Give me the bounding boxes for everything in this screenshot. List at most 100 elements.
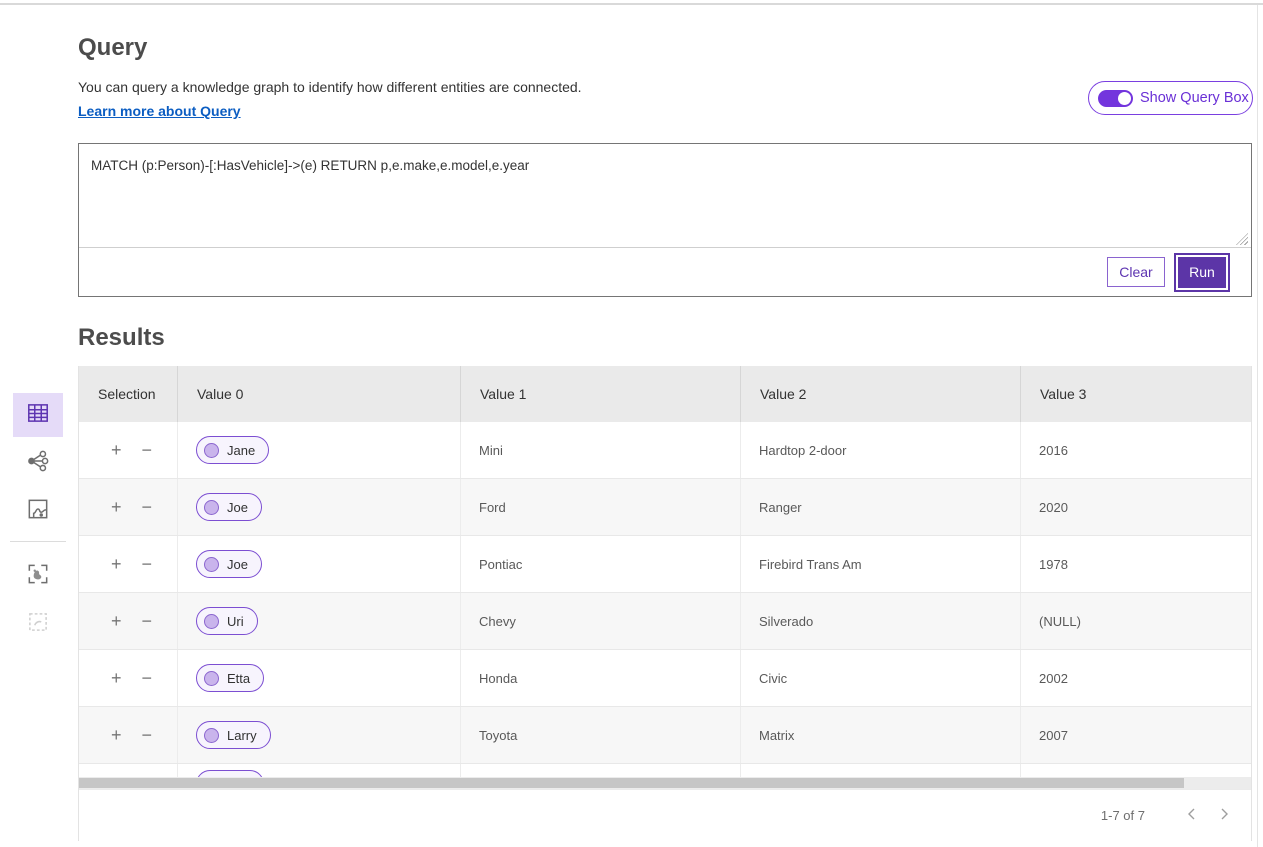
- value-cell: Mini: [461, 422, 741, 478]
- column-header-value3: Value 3: [1021, 366, 1253, 422]
- sidebar-item-add-to-link-chart: [13, 602, 63, 646]
- entity-pill[interactable]: Uri: [196, 607, 258, 635]
- add-selection-button[interactable]: +: [109, 496, 124, 518]
- entity-pill-label: Joe: [227, 557, 248, 572]
- value-cell: (NULL): [1021, 593, 1253, 649]
- remove-selection-button[interactable]: −: [140, 724, 155, 746]
- entity-cell: Joe: [178, 479, 461, 535]
- entity-dot-icon: [204, 443, 219, 458]
- selection-cell: [79, 764, 178, 777]
- selection-cell: +−: [79, 422, 178, 478]
- add-selection-button[interactable]: +: [109, 667, 124, 689]
- entity-cell: [178, 764, 461, 777]
- entity-pill[interactable]: Etta: [196, 664, 264, 692]
- column-header-selection: Selection: [79, 366, 178, 422]
- value-cell: Hardtop 2-door: [741, 422, 1021, 478]
- results-view-sidebar: [13, 393, 63, 650]
- value-cell: 1978: [1021, 536, 1253, 592]
- remove-selection-button[interactable]: −: [140, 553, 155, 575]
- query-description: You can query a knowledge graph to ident…: [78, 79, 582, 95]
- value-cell: Chevy: [461, 593, 741, 649]
- remove-selection-button[interactable]: −: [140, 667, 155, 689]
- sidebar-item-add-to-map[interactable]: [13, 554, 63, 598]
- sidebar-item-map-view[interactable]: [13, 489, 63, 533]
- query-actions-bar: Clear Run: [79, 247, 1251, 296]
- chevron-left-icon: [1185, 807, 1199, 824]
- value-cell: Honda: [461, 650, 741, 706]
- results-card: Selection Value 0 Value 1 Value 2 Value …: [78, 366, 1252, 841]
- entity-pill-label: Etta: [227, 671, 250, 686]
- add-selection-button[interactable]: +: [109, 724, 124, 746]
- add-to-link-chart-icon: [25, 609, 51, 640]
- entity-pill[interactable]: [196, 770, 264, 777]
- sidebar-item-table-view[interactable]: [13, 393, 63, 437]
- table-row: +−JoeFordRanger2020: [79, 479, 1251, 536]
- entity-dot-icon: [204, 728, 219, 743]
- entity-dot-icon: [204, 614, 219, 629]
- value-cell: Toyota: [461, 707, 741, 763]
- entity-cell: Joe: [178, 536, 461, 592]
- selection-cell: +−: [79, 479, 178, 535]
- value-cell: 2020: [1021, 479, 1253, 535]
- toggle-switch-icon[interactable]: [1098, 90, 1133, 107]
- add-selection-button[interactable]: +: [109, 439, 124, 461]
- selection-cell: +−: [79, 707, 178, 763]
- selection-cell: +−: [79, 650, 178, 706]
- query-editor-panel: MATCH (p:Person)-[:HasVehicle]->(e) RETU…: [78, 143, 1252, 297]
- run-button[interactable]: Run: [1178, 257, 1226, 288]
- page-top-divider: [0, 3, 1263, 5]
- scrollbar-thumb[interactable]: [79, 778, 1184, 788]
- sidebar-item-link-chart-view[interactable]: [13, 441, 63, 485]
- toggle-label: Show Query Box: [1140, 90, 1249, 106]
- remove-selection-button[interactable]: −: [140, 610, 155, 632]
- entity-pill-label: Joe: [227, 500, 248, 515]
- entity-cell: Etta: [178, 650, 461, 706]
- table-row: +−JoePontiacFirebird Trans Am1978: [79, 536, 1251, 593]
- entity-dot-icon: [204, 557, 219, 572]
- link-chart-icon: [25, 448, 51, 479]
- value-cell: Matrix: [741, 707, 1021, 763]
- query-input[interactable]: MATCH (p:Person)-[:HasVehicle]->(e) RETU…: [79, 144, 1251, 247]
- add-selection-button[interactable]: +: [109, 553, 124, 575]
- pagination-next-button[interactable]: [1211, 803, 1237, 829]
- pagination-prev-button[interactable]: [1179, 803, 1205, 829]
- entity-pill[interactable]: Joe: [196, 550, 262, 578]
- column-header-value1: Value 1: [461, 366, 741, 422]
- entity-pill-label: Larry: [227, 728, 257, 743]
- chevron-right-icon: [1217, 807, 1231, 824]
- table-row: +− Etta HondaCivic2002: [79, 650, 1251, 707]
- entity-pill[interactable]: Joe: [196, 493, 262, 521]
- results-section-title: Results: [78, 324, 165, 352]
- table-header-row: Selection Value 0 Value 1 Value 2 Value …: [79, 366, 1251, 422]
- page-scrollbar-track[interactable]: [1257, 5, 1258, 847]
- value-cell: 2002: [1021, 650, 1253, 706]
- value-cell: Civic: [741, 650, 1021, 706]
- add-selection-button[interactable]: +: [109, 610, 124, 632]
- entity-pill[interactable]: Jane: [196, 436, 269, 464]
- table-body: +−JaneMiniHardtop 2-door2016+−JoeFordRan…: [79, 422, 1251, 764]
- remove-selection-button[interactable]: −: [140, 496, 155, 518]
- entity-pill[interactable]: Larry: [196, 721, 271, 749]
- table-row-partial: [79, 764, 1251, 777]
- remove-selection-button[interactable]: −: [140, 439, 155, 461]
- column-header-value0: Value 0: [178, 366, 461, 422]
- table-row: +− Uri ChevySilverado(NULL): [79, 593, 1251, 650]
- value-cell: Pontiac: [461, 536, 741, 592]
- map-icon: [25, 496, 51, 527]
- entity-pill-label: Uri: [227, 614, 244, 629]
- sidebar-divider: [10, 541, 66, 542]
- entity-cell: Jane: [178, 422, 461, 478]
- learn-more-link[interactable]: Learn more about Query: [78, 103, 241, 119]
- show-query-box-toggle[interactable]: Show Query Box: [1088, 81, 1253, 115]
- value-cell: Ford: [461, 479, 741, 535]
- value-cell: Silverado: [741, 593, 1021, 649]
- table-row: +− Larry ToyotaMatrix2007: [79, 707, 1251, 764]
- clear-button[interactable]: Clear: [1107, 257, 1165, 287]
- selection-cell: +−: [79, 536, 178, 592]
- table-icon: [25, 400, 51, 431]
- value-cell: 2016: [1021, 422, 1253, 478]
- value-cell: 2007: [1021, 707, 1253, 763]
- horizontal-scrollbar[interactable]: [79, 777, 1251, 789]
- query-section-title: Query: [78, 34, 147, 62]
- table-row: +− Jane MiniHardtop 2-door2016: [79, 422, 1251, 479]
